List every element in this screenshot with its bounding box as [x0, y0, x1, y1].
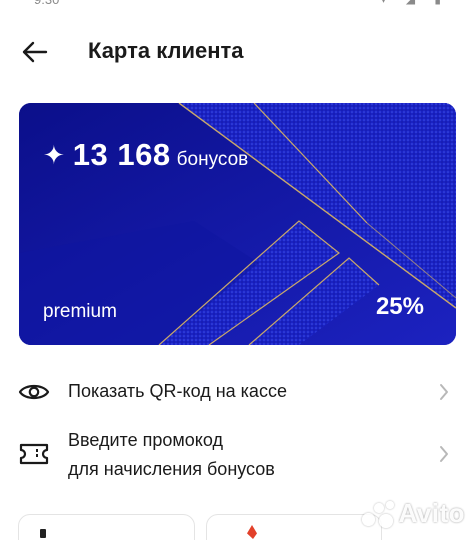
bottom-tile-1[interactable]	[18, 514, 195, 540]
card-level: premium	[43, 301, 117, 322]
bonus-unit: бонусов	[176, 149, 249, 170]
status-icons: ▾ ◢ ▮	[380, 0, 449, 6]
page-title: Карта клиента	[88, 38, 244, 63]
chevron-right-icon	[440, 384, 448, 400]
ticket-icon	[19, 443, 49, 465]
promo-code-row[interactable]: Введите промокод для начисления бонусов	[0, 424, 475, 486]
card-discount: 25%	[375, 293, 424, 320]
bonus-balance: ✦ 13 168 бонусов	[43, 137, 248, 173]
show-qr-row[interactable]: Показать QR-код на кассе	[0, 372, 475, 412]
bonus-amount: 13 168	[72, 137, 171, 172]
promo-code-label: Введите промокод для начисления бонусов	[68, 426, 275, 484]
promo-code-label-line2: для начисления бонусов	[68, 459, 275, 479]
chevron-right-icon	[440, 446, 448, 462]
back-button[interactable]	[14, 34, 54, 70]
avito-logo-icon	[360, 499, 396, 529]
promo-code-label-line1: Введите промокод	[68, 430, 223, 450]
bottom-tile-2[interactable]	[206, 514, 382, 540]
app-header: Карта клиента	[0, 28, 475, 76]
arrow-left-icon	[22, 41, 48, 63]
status-time: 9:30	[34, 0, 59, 7]
loyalty-card[interactable]: ✦ 13 168 бонусов premium 25%	[19, 103, 456, 345]
show-qr-label: Показать QR-код на кассе	[68, 381, 287, 401]
avito-watermark-text: Avito	[398, 498, 465, 528]
tile-1-icon	[40, 529, 46, 538]
avito-watermark: Avito	[360, 498, 465, 529]
sparkle-icon: ✦	[43, 140, 65, 170]
tile-2-icon	[247, 525, 257, 539]
eye-icon	[18, 384, 50, 400]
status-bar: 9:30 ▾ ◢ ▮	[0, 0, 475, 10]
